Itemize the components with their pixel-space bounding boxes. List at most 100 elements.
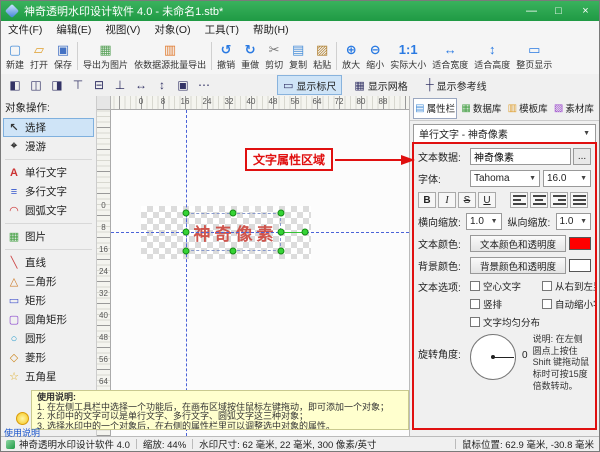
align-right-button[interactable]: ◨ — [47, 76, 67, 94]
underline-button[interactable]: U — [478, 192, 496, 208]
rounded-rectangle-tool[interactable]: ▢ 圆角矩形 — [3, 310, 94, 329]
diamond-tool[interactable]: ◇ 菱形 — [3, 348, 94, 367]
align-top-button[interactable]: ⊤ — [68, 76, 88, 94]
save-button[interactable]: ▣ 保存 — [51, 38, 75, 74]
rotation-dial[interactable] — [470, 334, 516, 380]
cut-button[interactable]: ✂ 剪切 — [262, 38, 286, 74]
horizontal-ruler[interactable]: 0 8 16 24 32 40 48 56 64 72 80 88 — [97, 96, 409, 110]
same-height-button[interactable]: ↕ — [152, 76, 172, 94]
text-data-more-button[interactable]: ... — [573, 148, 591, 165]
menu-edit[interactable]: 编辑(E) — [49, 21, 98, 38]
paste-button[interactable]: ▨ 粘贴 — [310, 38, 334, 74]
text-color-swatch[interactable] — [569, 237, 591, 250]
checkbox-right-to-left[interactable]: 从右到左显示 — [542, 279, 595, 293]
checkbox-box[interactable] — [470, 281, 480, 291]
object-selector[interactable]: 单行文字 - 神奇像素 — [413, 124, 596, 143]
selection-handle[interactable] — [229, 209, 237, 217]
star-tool[interactable]: ☆ 五角星 — [3, 367, 94, 386]
selection-handle[interactable] — [277, 228, 285, 236]
checkbox-even-distribution[interactable]: 文字均匀分布 — [470, 315, 540, 329]
fit-page-button[interactable]: ▭ 整页显示 — [513, 38, 555, 74]
strikethrough-button[interactable]: S — [458, 192, 476, 208]
bold-button[interactable]: B — [418, 192, 436, 208]
same-width-button[interactable]: ↔ — [131, 76, 151, 94]
redo-button[interactable]: ↻ 重做 — [238, 38, 262, 74]
show-ruler-toggle[interactable]: ▭ 显示标尺 — [277, 75, 343, 95]
rotation-handle[interactable] — [301, 228, 309, 236]
menu-file[interactable]: 文件(F) — [1, 21, 49, 38]
tab-properties[interactable]: ▤ 属性栏 — [413, 97, 458, 119]
distribute-button[interactable]: ⋯ — [194, 76, 214, 94]
checkbox-box[interactable] — [470, 299, 480, 309]
export-image-button[interactable]: ▦ 导出为图片 — [80, 38, 131, 74]
line-tool[interactable]: ╲ 直线 — [3, 253, 94, 272]
undo-button[interactable]: ↺ 撤销 — [214, 38, 238, 74]
menu-object[interactable]: 对象(O) — [147, 21, 197, 38]
italic-button[interactable]: I — [438, 192, 456, 208]
align-left-button[interactable]: ◧ — [5, 76, 25, 94]
batch-export-button[interactable]: ▥ 依数据源批量导出 — [131, 38, 209, 74]
text-color-button[interactable]: 文本颜色和透明度 — [470, 235, 566, 252]
design-canvas[interactable]: 0816243240485664728088 08162432404856647… — [97, 96, 416, 436]
font-family-select[interactable]: Tahoma — [470, 170, 540, 187]
fit-height-button[interactable]: ↕ 适合高度 — [471, 38, 513, 74]
h-scale-select[interactable]: 1.0 — [466, 213, 502, 230]
checkbox-auto-shrink[interactable]: 自动缩小字体 — [542, 297, 595, 311]
menu-view[interactable]: 视图(V) — [98, 21, 147, 38]
tab-database[interactable]: ▦ 数据库 — [459, 98, 503, 119]
checkbox-box[interactable] — [542, 299, 553, 309]
font-size-select[interactable]: 16.0 — [543, 170, 591, 187]
background-color-button[interactable]: 背景颜色和透明度 — [470, 257, 566, 274]
usage-help-button[interactable]: 使用说明 — [1, 412, 43, 439]
multi-line-text-tool[interactable]: ≡ 多行文字 — [3, 182, 94, 201]
open-button[interactable]: ▱ 打开 — [27, 38, 51, 74]
zoom-out-button[interactable]: ⊖ 缩小 — [363, 38, 387, 74]
single-line-text-tool[interactable]: A 单行文字 — [3, 163, 94, 182]
arc-text-tool[interactable]: ◠ 圆弧文字 — [3, 201, 94, 220]
show-grid-toggle[interactable]: ▦ 显示网格 — [348, 75, 413, 95]
maximize-button[interactable]: □ — [545, 1, 572, 21]
checkbox-hollow-text[interactable]: 空心文字 — [470, 279, 540, 293]
same-size-button[interactable]: ▣ — [173, 76, 193, 94]
checkbox-box[interactable] — [470, 317, 480, 327]
text-align-center-button[interactable] — [530, 192, 548, 208]
pan-tool[interactable]: ⌖ 漫游 — [3, 137, 94, 156]
tab-templates[interactable]: ▥ 模板库 — [506, 98, 550, 119]
selection-handle[interactable] — [182, 247, 190, 255]
select-tool[interactable]: ↖ 选择 — [3, 118, 94, 137]
minimize-button[interactable]: — — [518, 1, 545, 21]
menu-tool[interactable]: 工具(T) — [198, 21, 246, 38]
rectangle-tool[interactable]: ▭ 矩形 — [3, 291, 94, 310]
align-bottom-button[interactable]: ⊥ — [110, 76, 130, 94]
text-data-input[interactable] — [470, 148, 571, 165]
fit-width-button[interactable]: ↔ 适合宽度 — [429, 38, 471, 74]
new-button[interactable]: ▢ 新建 — [3, 38, 27, 74]
align-center-button[interactable]: ◫ — [26, 76, 46, 94]
background-color-swatch[interactable] — [569, 259, 591, 272]
vertical-guide-line[interactable] — [186, 110, 187, 436]
actual-size-button[interactable]: 1:1 实际大小 — [387, 38, 429, 74]
align-middle-button[interactable]: ⊟ — [89, 76, 109, 94]
tab-materials[interactable]: ▧ 素材库 — [552, 98, 596, 119]
selection-handle[interactable] — [229, 247, 237, 255]
close-button[interactable]: × — [572, 1, 599, 21]
text-align-justify-button[interactable] — [570, 192, 588, 208]
selection-handle[interactable] — [182, 228, 190, 236]
circle-tool[interactable]: ○ 圆形 — [3, 329, 94, 348]
title-bar[interactable]: 神奇透明水印设计软件 4.0 - 未命名1.stb* — □ × — [1, 1, 599, 21]
v-scale-select[interactable]: 1.0 — [555, 213, 591, 230]
show-guides-toggle[interactable]: ┼ 显示参考线 — [420, 75, 493, 95]
text-align-right-button[interactable] — [550, 192, 568, 208]
menu-help[interactable]: 帮助(H) — [246, 21, 296, 38]
horizontal-guide-line[interactable] — [111, 232, 409, 233]
checkbox-box[interactable] — [542, 281, 553, 291]
selection-handle[interactable] — [182, 209, 190, 217]
triangle-tool[interactable]: △ 三角形 — [3, 272, 94, 291]
selection-handle[interactable] — [277, 247, 285, 255]
selection-handle[interactable] — [277, 209, 285, 217]
copy-button[interactable]: ▤ 复制 — [286, 38, 310, 74]
zoom-in-button[interactable]: ⊕ 放大 — [339, 38, 363, 74]
image-tool[interactable]: ▦ 图片 — [3, 227, 94, 246]
text-align-left-button[interactable] — [510, 192, 528, 208]
checkbox-vertical[interactable]: 竖排 — [470, 297, 540, 311]
